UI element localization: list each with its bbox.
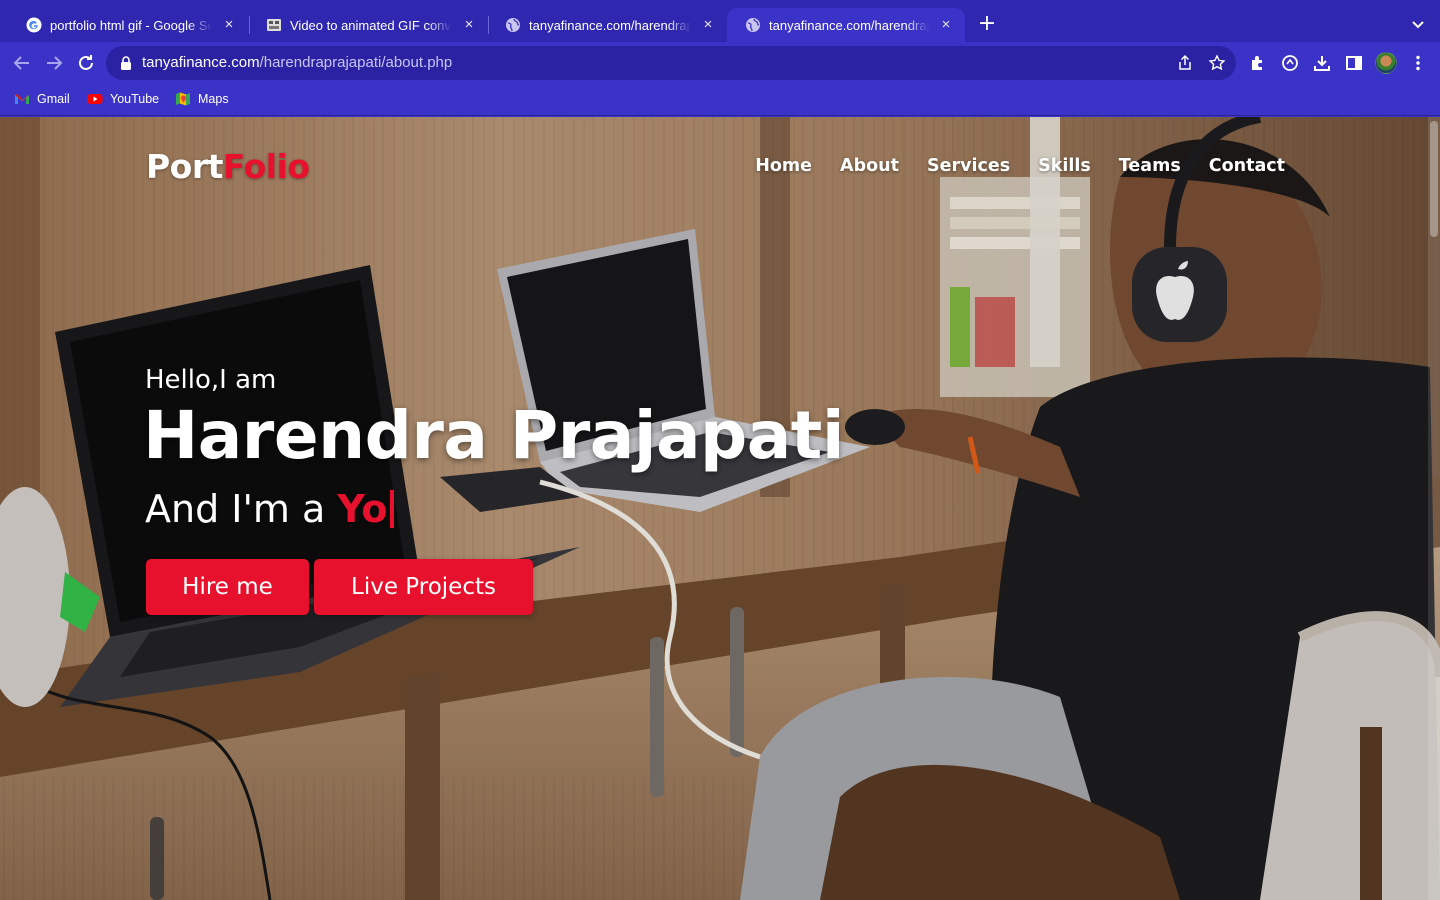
live-projects-button[interactable]: Live Projects	[314, 559, 533, 615]
globe-icon	[745, 17, 761, 33]
hero-role-prefix: And I'm a	[145, 487, 338, 531]
extension-refresh-icon[interactable]	[1280, 53, 1300, 73]
lock-icon[interactable]	[118, 55, 134, 71]
new-tab-button[interactable]: +	[975, 13, 999, 37]
site-logo[interactable]: PortFolio	[146, 147, 310, 186]
nav-link-skills[interactable]: Skills	[1038, 156, 1091, 176]
page-viewport: PortFolio Home About Services Skills Tea…	[0, 117, 1440, 900]
logo-text-primary: Port	[146, 147, 223, 186]
ezgif-icon	[266, 17, 282, 33]
tab-close-icon[interactable]: ×	[699, 16, 717, 34]
extensions-puzzle-icon[interactable]	[1248, 53, 1268, 73]
url-text[interactable]: tanyafinance.com/harendraprajapati/about…	[142, 54, 452, 71]
hire-me-button[interactable]: Hire me	[146, 559, 309, 615]
youtube-icon	[87, 91, 103, 107]
nav-link-contact[interactable]: Contact	[1209, 156, 1285, 176]
back-arrow-icon[interactable]	[10, 51, 34, 75]
bookmarks-bar: Gmail YouTube Maps	[0, 84, 1440, 116]
scrollbar-thumb[interactable]	[1430, 121, 1438, 237]
url-host: tanyafinance.com	[142, 54, 260, 71]
google-icon	[26, 17, 42, 33]
address-bar[interactable]: tanyafinance.com/harendraprajapati/about…	[106, 46, 1236, 80]
maps-icon	[175, 91, 191, 107]
tab-title: Video to animated GIF converter	[290, 17, 452, 33]
browser-toolbar: tanyafinance.com/harendraprajapati/about…	[0, 42, 1440, 84]
hero-greeting: Hello,I am	[145, 365, 277, 395]
profile-avatar[interactable]	[1375, 52, 1397, 74]
tab-close-icon[interactable]: ×	[937, 16, 955, 34]
hero-role-typed: Yo	[337, 487, 388, 531]
tab-title: tanyafinance.com/harendraprajapati	[529, 17, 691, 33]
tab-search-chevron-icon[interactable]	[1408, 14, 1428, 34]
bookmark-label: Maps	[198, 92, 229, 106]
globe-icon	[505, 17, 521, 33]
page-scrollbar[interactable]	[1428, 117, 1440, 900]
tab-google-search[interactable]: portfolio html gif - Google Search ×	[8, 8, 248, 42]
side-panel-icon[interactable]	[1344, 53, 1364, 73]
share-icon[interactable]	[1176, 54, 1194, 72]
bookmark-youtube[interactable]: YouTube	[87, 91, 159, 107]
downloads-icon[interactable]	[1312, 53, 1332, 73]
tab-close-icon[interactable]: ×	[460, 16, 478, 34]
tab-gif-converter[interactable]: Video to animated GIF converter ×	[248, 8, 488, 42]
more-menu-icon[interactable]	[1408, 53, 1428, 73]
tab-tanyafinance-active[interactable]: tanyafinance.com/harendraprajapati ×	[727, 8, 965, 42]
hero-role: And I'm a Yo	[145, 487, 394, 531]
site-navigation: Home About Services Skills Teams Contact	[727, 156, 1285, 176]
tab-close-icon[interactable]: ×	[220, 16, 238, 34]
nav-link-services[interactable]: Services	[927, 156, 1010, 176]
forward-arrow-icon[interactable]	[42, 51, 66, 75]
url-path: /harendraprajapati/about.php	[259, 54, 453, 71]
reload-icon[interactable]	[74, 51, 98, 75]
nav-link-teams[interactable]: Teams	[1119, 156, 1181, 176]
bookmark-star-icon[interactable]	[1208, 54, 1226, 72]
typing-caret	[389, 490, 394, 528]
tab-title: portfolio html gif - Google Search	[50, 17, 212, 33]
bookmark-label: Gmail	[37, 92, 70, 106]
tab-strip: portfolio html gif - Google Search × Vid…	[0, 0, 1440, 42]
hero-name: Harendra Prajapati	[143, 397, 844, 474]
bookmark-gmail[interactable]: Gmail	[14, 91, 70, 107]
bookmark-label: YouTube	[110, 92, 160, 106]
gmail-icon	[14, 91, 30, 107]
tab-title: tanyafinance.com/harendraprajapati	[769, 17, 929, 33]
nav-link-about[interactable]: About	[840, 156, 899, 176]
logo-text-accent: Folio	[222, 147, 310, 186]
tab-tanyafinance-1[interactable]: tanyafinance.com/harendraprajapati ×	[487, 8, 727, 42]
bookmark-maps[interactable]: Maps	[175, 91, 229, 107]
nav-link-home[interactable]: Home	[755, 156, 812, 176]
